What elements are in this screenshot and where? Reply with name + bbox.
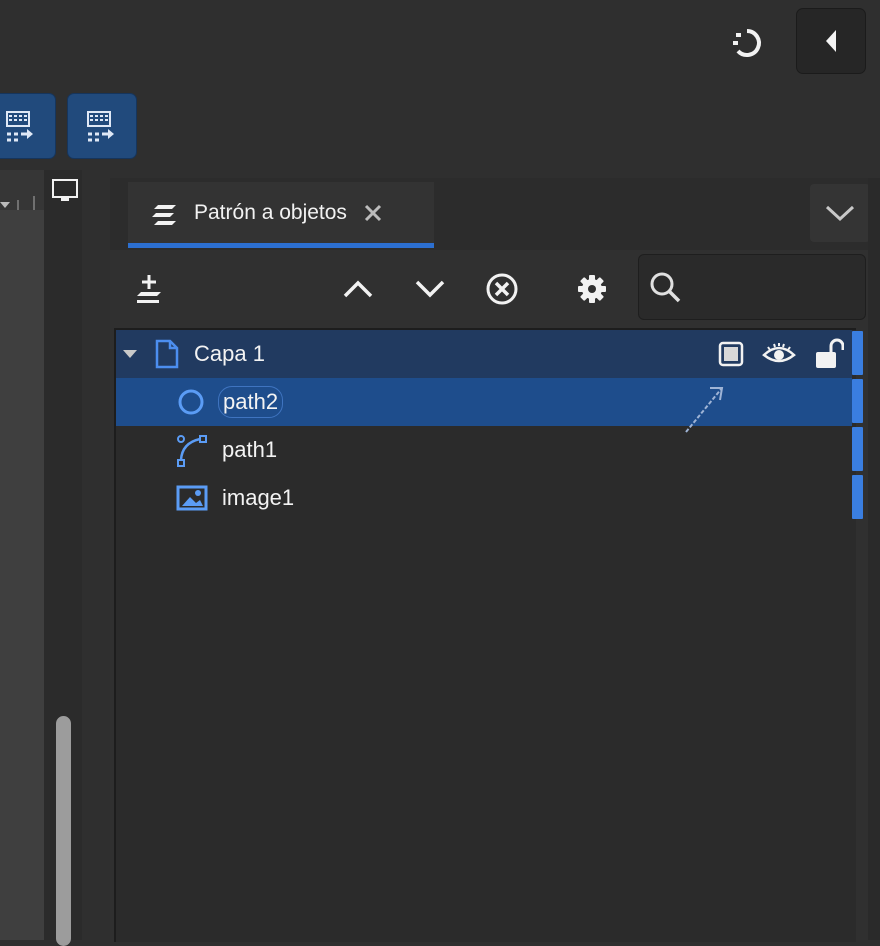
objects-toolbar bbox=[110, 250, 880, 328]
delete-button[interactable] bbox=[477, 250, 527, 328]
tab-title: Patrón a objetos bbox=[194, 200, 347, 224]
horizontal-ruler bbox=[0, 170, 44, 210]
raise-button[interactable] bbox=[333, 250, 383, 328]
expand-triangle-icon[interactable] bbox=[122, 348, 138, 360]
pattern-to-objects-button-1[interactable] bbox=[0, 93, 56, 159]
layer-row-capa-1[interactable]: Capa 1 bbox=[116, 330, 852, 378]
add-layer-button[interactable] bbox=[124, 250, 174, 328]
pattern-to-objects-icon bbox=[87, 111, 114, 142]
object-row-image1[interactable]: image1 bbox=[116, 474, 852, 522]
collapse-dock-button[interactable] bbox=[796, 8, 866, 74]
chevron-down-icon bbox=[825, 205, 855, 222]
tab-patron-a-objetos[interactable]: Patrón a objetos bbox=[128, 182, 434, 248]
image-icon bbox=[176, 485, 208, 511]
triangle-left-icon bbox=[826, 30, 836, 52]
chevron-up-icon bbox=[343, 280, 373, 298]
dock-tabbar: Patrón a objetos bbox=[110, 178, 880, 250]
monitor-icon bbox=[52, 179, 78, 201]
pattern-to-objects-button-2[interactable] bbox=[67, 93, 137, 159]
object-label-path2[interactable]: path2 bbox=[218, 386, 284, 418]
objects-tree: Capa 1 path2 path1 image1 bbox=[114, 328, 856, 942]
layer-page-icon bbox=[155, 339, 179, 369]
pattern-to-objects-icon bbox=[6, 111, 33, 142]
gear-icon bbox=[578, 275, 606, 303]
object-row-path1[interactable]: path1 bbox=[116, 426, 852, 474]
search-icon bbox=[650, 272, 681, 303]
dock-menu-button[interactable] bbox=[810, 184, 870, 242]
canvas-area[interactable] bbox=[0, 170, 44, 940]
row-marker bbox=[852, 475, 863, 519]
restore-icon bbox=[733, 29, 761, 57]
circle-shape-icon bbox=[178, 389, 204, 415]
object-label-image1: image1 bbox=[222, 485, 295, 510]
display-mode-button[interactable] bbox=[50, 177, 80, 205]
search-input[interactable] bbox=[689, 275, 853, 299]
circle-x-icon bbox=[486, 273, 518, 305]
object-label-path1: path1 bbox=[222, 437, 278, 462]
settings-button[interactable] bbox=[567, 250, 617, 328]
restore-button[interactable] bbox=[726, 24, 768, 62]
row-marker bbox=[852, 331, 863, 375]
row-marker bbox=[852, 427, 863, 471]
chevron-down-icon bbox=[415, 280, 445, 298]
add-layer-icon bbox=[137, 275, 161, 303]
row-marker bbox=[852, 379, 863, 423]
layer-label: Capa 1 bbox=[194, 341, 265, 366]
close-icon[interactable] bbox=[363, 203, 383, 223]
search-box[interactable] bbox=[638, 254, 866, 320]
scrollbar-thumb[interactable] bbox=[56, 716, 71, 946]
panel-edge bbox=[868, 178, 880, 940]
object-row-path2[interactable]: path2 bbox=[116, 378, 852, 433]
lower-button[interactable] bbox=[405, 250, 455, 328]
objects-dock-panel: Patrón a objetos Capa 1 path2 path1 imag… bbox=[110, 178, 880, 942]
unlock-icon[interactable] bbox=[814, 338, 844, 370]
stack-icon bbox=[152, 204, 176, 225]
checkbox-icon[interactable] bbox=[718, 341, 744, 367]
eye-icon[interactable] bbox=[762, 341, 796, 367]
bezier-path-icon bbox=[177, 435, 207, 467]
